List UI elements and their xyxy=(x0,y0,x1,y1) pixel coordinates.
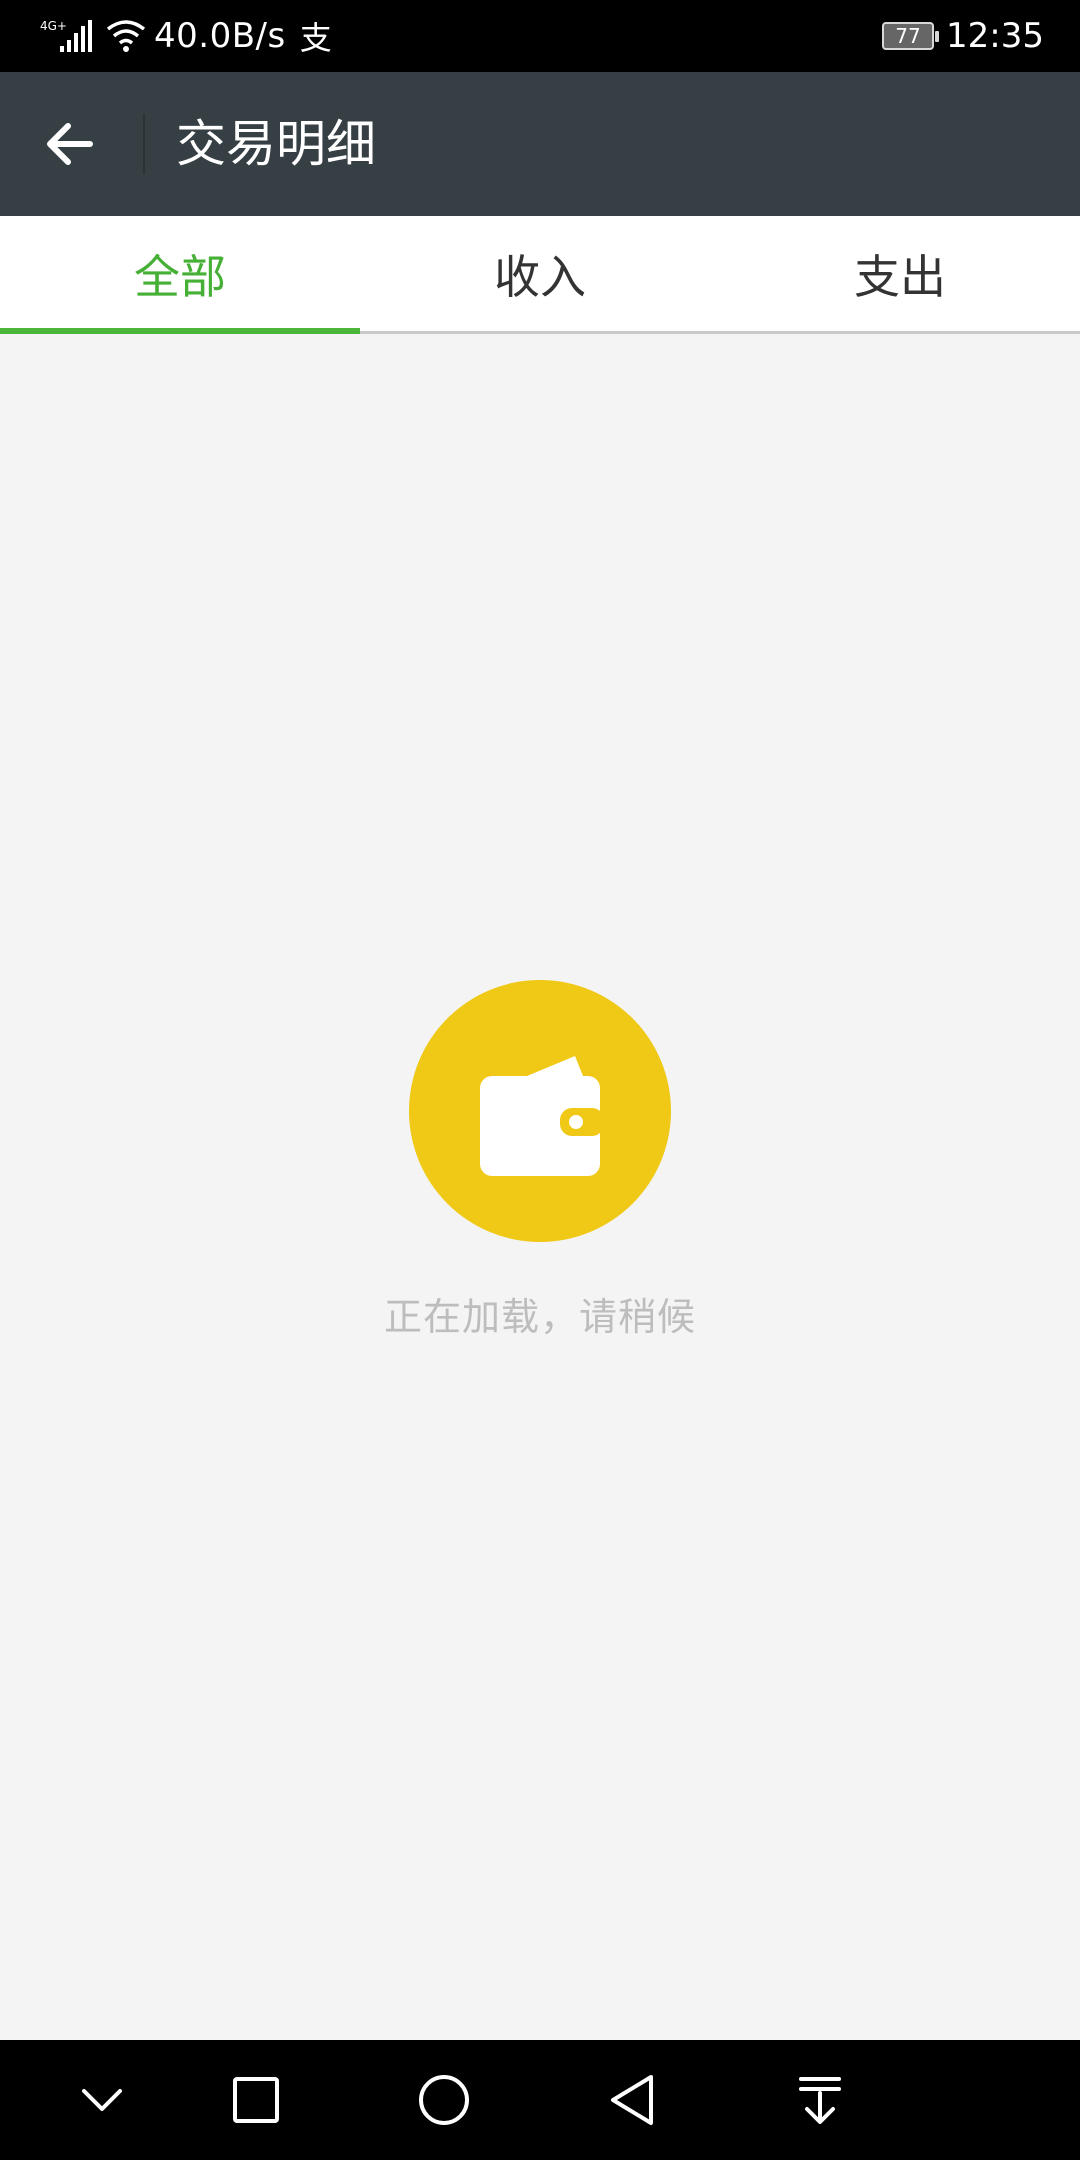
tab-all[interactable]: 全部 xyxy=(0,216,360,331)
status-bar: 4G+ 40.0B/s 支 77 12:35 xyxy=(0,0,1080,72)
wallet-icon xyxy=(480,1056,604,1176)
nav-notification-button[interactable] xyxy=(790,2070,850,2130)
wallet-badge xyxy=(409,980,671,1242)
square-icon xyxy=(233,2077,279,2123)
loading-text: 正在加载，请稍候 xyxy=(383,1295,696,1339)
status-left: 4G+ 40.0B/s 支 xyxy=(38,0,332,72)
signal-icon: 4G+ xyxy=(40,19,92,52)
wifi-icon xyxy=(106,20,146,52)
loading-state: 正在加载，请稍候 xyxy=(0,980,1080,1341)
tab-active-indicator xyxy=(0,328,360,334)
net-speed: 40.0B/s xyxy=(154,16,286,56)
download-menu-icon xyxy=(799,2077,841,2124)
chevron-down-icon xyxy=(82,2089,122,2111)
tab-income[interactable]: 收入 xyxy=(360,216,720,331)
page-title: 交易明细 xyxy=(176,115,376,173)
back-button[interactable] xyxy=(30,106,110,182)
toolbar: 交易明细 xyxy=(0,72,1080,216)
nav-recents-button[interactable] xyxy=(226,2070,286,2130)
arrow-left-icon xyxy=(47,123,93,165)
clock: 12:35 xyxy=(946,16,1044,56)
toolbar-divider xyxy=(143,114,145,174)
nav-hide-button[interactable] xyxy=(72,2070,132,2130)
status-right: 77 12:35 xyxy=(882,0,1044,72)
circle-icon xyxy=(419,2075,469,2125)
tab-bar: 全部 收入 支出 xyxy=(0,216,1080,334)
svg-text:4G+: 4G+ xyxy=(40,19,67,33)
battery-level: 77 xyxy=(895,24,921,48)
battery-icon: 77 xyxy=(882,22,940,50)
system-nav-bar xyxy=(0,2040,1080,2160)
triangle-back-icon xyxy=(611,2075,653,2125)
alipay-notice-icon: 支 xyxy=(299,19,332,57)
nav-back-button[interactable] xyxy=(602,2070,662,2130)
tab-expense[interactable]: 支出 xyxy=(720,216,1080,331)
nav-home-button[interactable] xyxy=(414,2070,474,2130)
